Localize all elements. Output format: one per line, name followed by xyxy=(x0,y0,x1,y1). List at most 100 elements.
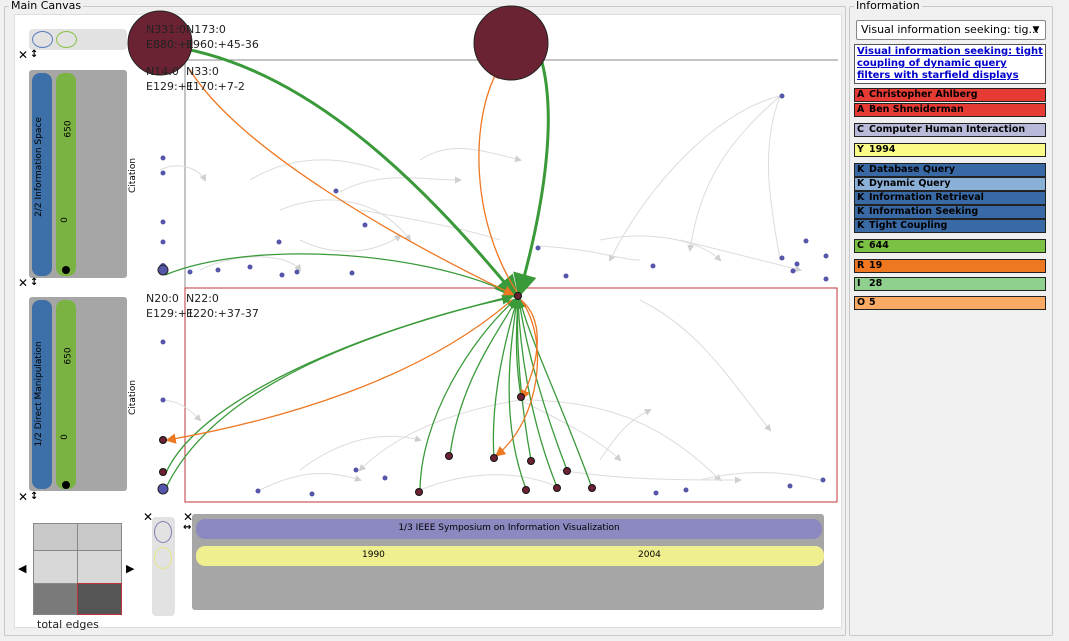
facet-panel-bottom[interactable]: 1/2 Direct Manipulation 650 0 xyxy=(29,297,127,491)
attribute-prefix: A xyxy=(857,89,865,100)
attribute-value: 644 xyxy=(869,240,889,251)
attribute-prefix: K xyxy=(857,206,865,217)
end-year: 2004 xyxy=(638,550,661,560)
attribute-row[interactable]: A Christopher Ahlberg xyxy=(854,88,1046,102)
attribute-prefix: R xyxy=(857,260,865,271)
paper-select-value: Visual information seeking: tig... xyxy=(861,23,1040,36)
attribute-value: Dynamic Query xyxy=(869,178,951,189)
legend-pill[interactable] xyxy=(29,29,127,50)
attribute-value: Christopher Ahlberg xyxy=(869,89,978,100)
close-icon[interactable]: ✕ xyxy=(18,491,28,503)
attribute-prefix: Y xyxy=(857,144,864,155)
facet-bottom-max: 650 xyxy=(63,347,74,365)
attribute-prefix: C xyxy=(857,124,864,135)
attribute-row[interactable]: A Ben Shneiderman xyxy=(854,103,1046,117)
facet-bottom-label: 1/2 Direct Manipulation xyxy=(34,341,44,447)
facet-bottom-min: 0 xyxy=(59,434,70,440)
attribute-row[interactable]: K Dynamic Query xyxy=(854,177,1046,191)
hub-node-top xyxy=(473,5,549,81)
edge-minimap[interactable] xyxy=(29,518,122,615)
minimap-cell-selected[interactable] xyxy=(77,583,122,615)
top-sub-edges-b: E170:+7-2 xyxy=(186,80,245,93)
resize-horizontal-icon[interactable]: ↔ xyxy=(183,522,191,534)
facet-top-max: 650 xyxy=(63,120,74,138)
attribute-value: Tight Coupling xyxy=(869,220,948,231)
attribute-prefix: K xyxy=(857,178,865,189)
minimap-cell[interactable] xyxy=(33,583,78,615)
bottom-relation-label: Citation xyxy=(128,379,138,415)
attribute-value: 28 xyxy=(869,278,883,289)
top-edges-label-b: E960:+45-36 xyxy=(186,38,259,51)
resize-vertical-icon[interactable]: ↕ xyxy=(30,49,38,61)
close-icon[interactable]: ✕ xyxy=(18,49,28,61)
chevron-down-icon[interactable]: ▼ xyxy=(1029,23,1043,37)
node-large-top xyxy=(157,264,169,276)
minimap-cell[interactable] xyxy=(33,550,78,584)
timeline-legend[interactable] xyxy=(152,517,175,616)
attribute-value: Information Retrieval xyxy=(869,192,984,203)
attribute-prefix: K xyxy=(857,192,865,203)
resize-vertical-icon[interactable]: ↕ xyxy=(30,277,38,289)
attribute-value: 19 xyxy=(869,260,883,271)
background-edges xyxy=(159,95,821,491)
attribute-prefix: A xyxy=(857,104,865,115)
attribute-prefix: I xyxy=(857,278,861,289)
facet-top-handle[interactable] xyxy=(62,266,70,274)
attribute-row[interactable]: O5 xyxy=(854,296,1046,310)
venue-bar[interactable]: 1/3 IEEE Symposium on Information Visual… xyxy=(196,519,822,539)
paper-select[interactable]: Visual information seeking: tig... ▼ xyxy=(856,20,1046,40)
attribute-value: Computer Human Interaction xyxy=(869,124,1026,135)
bottom-nodes-label-b: N22:0 xyxy=(186,292,219,305)
resize-vertical-icon[interactable]: ↕ xyxy=(30,491,38,503)
attribute-row[interactable]: K Information Seeking xyxy=(854,205,1046,219)
yellow-circle-icon[interactable] xyxy=(154,547,172,569)
timeline-panel[interactable]: 1/3 IEEE Symposium on Information Visual… xyxy=(192,514,824,610)
venue-label: 1/3 IEEE Symposium on Information Visual… xyxy=(398,523,620,533)
attribute-row[interactable]: I 28 xyxy=(854,277,1046,291)
information-panel: Information Visual information seeking: … xyxy=(849,0,1053,636)
facet-bottom-handle[interactable] xyxy=(62,481,70,489)
attribute-prefix: K xyxy=(857,220,865,231)
top-nodes-label-b: N173:0 xyxy=(186,23,226,36)
attribute-row[interactable]: Y 1994 xyxy=(854,143,1046,157)
facet-panel-top[interactable]: 2/2 Information Space 650 0 xyxy=(29,70,127,278)
top-sub-nodes-b: N33:0 xyxy=(186,65,219,78)
minimap-cell[interactable] xyxy=(77,523,122,551)
arrow-left-icon[interactable]: ◀ xyxy=(18,563,26,575)
attribute-prefix: K xyxy=(857,164,865,175)
attribute-value: 1994 xyxy=(869,144,896,155)
attribute-row[interactable]: C 644 xyxy=(854,239,1046,253)
blue-circle-icon[interactable] xyxy=(32,31,53,48)
facet-top-label: 2/2 Information Space xyxy=(34,117,44,217)
arrow-right-icon[interactable]: ▶ xyxy=(126,563,134,575)
attribute-row[interactable]: C Computer Human Interaction xyxy=(854,123,1046,137)
minimap-cell[interactable] xyxy=(77,550,122,584)
top-sub-nodes-a: N14:0 xyxy=(146,65,179,78)
attribute-row[interactable]: R 19 xyxy=(854,259,1046,273)
purple-circle-icon[interactable] xyxy=(154,521,172,543)
attribute-prefix: C xyxy=(857,240,864,251)
top-nodes-label-a: N331:0 xyxy=(146,23,186,36)
facet-bottom-green-bar[interactable] xyxy=(56,300,76,489)
paper-title-link[interactable]: Visual information seeking: tight coupli… xyxy=(854,44,1046,84)
paper-title-text: Visual information seeking: tight coupli… xyxy=(857,46,1043,81)
attribute-row[interactable]: K Tight Coupling xyxy=(854,219,1046,233)
attribute-value: Ben Shneiderman xyxy=(869,104,964,115)
attribute-prefix: O xyxy=(857,297,866,308)
attribute-value: Information Seeking xyxy=(869,206,979,217)
facet-top-green-bar[interactable] xyxy=(56,73,76,276)
minimap-label: total edges xyxy=(37,618,99,631)
orange-citation-edges xyxy=(165,67,539,457)
information-title: Information xyxy=(854,0,922,12)
close-icon[interactable]: ✕ xyxy=(18,277,28,289)
node-large-bottom xyxy=(157,483,169,495)
attribute-row[interactable]: K Information Retrieval xyxy=(854,191,1046,205)
attribute-row[interactable]: K Database Query xyxy=(854,163,1046,177)
minimap-cell[interactable] xyxy=(33,523,78,551)
year-bar[interactable]: 1990 2004 xyxy=(196,546,824,566)
attribute-value: Database Query xyxy=(869,164,956,175)
top-relation-label: Citation xyxy=(128,157,138,193)
bottom-nodes-label-a: N20:0 xyxy=(146,292,179,305)
green-circle-icon[interactable] xyxy=(56,31,77,48)
start-year: 1990 xyxy=(362,550,385,560)
